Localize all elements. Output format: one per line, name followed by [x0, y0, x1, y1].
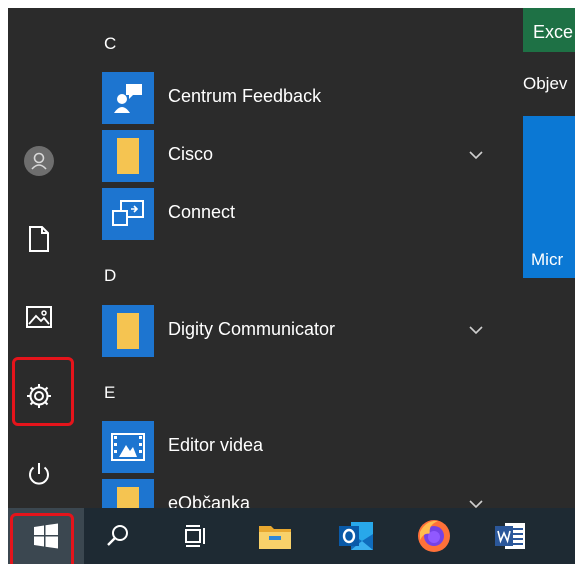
- task-view-button[interactable]: [156, 508, 232, 564]
- section-letter-e[interactable]: E: [104, 383, 115, 403]
- app-item-centrum-feedback[interactable]: Centrum Feedback: [102, 72, 532, 124]
- documents-button[interactable]: [8, 211, 70, 267]
- firefox-icon: [418, 520, 450, 552]
- user-account-button[interactable]: [8, 133, 70, 189]
- video-editor-icon: [102, 421, 154, 473]
- app-list: C Centrum Feedback Cisco Connect D Digit…: [70, 8, 502, 531]
- app-name: Centrum Feedback: [168, 86, 322, 106]
- excel-tile[interactable]: Exce: [523, 8, 575, 52]
- feedback-hub-icon: [102, 72, 154, 124]
- file-explorer-icon: [259, 526, 291, 549]
- live-tiles-area: Exce Objev Micr: [502, 8, 575, 508]
- settings-highlight-box: [12, 357, 74, 426]
- start-menu-left-rail: [8, 8, 70, 508]
- search-icon: [107, 525, 128, 546]
- word-button[interactable]: [472, 508, 548, 564]
- power-button[interactable]: [8, 446, 70, 502]
- microsoft-tile[interactable]: Micr: [523, 116, 575, 278]
- section-letter-c[interactable]: C: [104, 34, 116, 54]
- start-button-highlight-box: [10, 513, 74, 564]
- microsoft-tile-label: Micr: [531, 250, 564, 269]
- folder-icon: [102, 305, 154, 357]
- task-view-icon: [185, 525, 205, 547]
- app-name: Editor videa: [168, 435, 264, 455]
- file-explorer-button[interactable]: [237, 508, 313, 564]
- pictures-button[interactable]: [8, 289, 70, 345]
- tile-group-label[interactable]: Objev: [523, 74, 567, 94]
- search-button[interactable]: [80, 508, 156, 564]
- word-icon: [495, 523, 525, 549]
- taskbar: [8, 508, 575, 564]
- document-icon: [29, 226, 49, 252]
- app-folder-cisco[interactable]: Cisco: [102, 130, 532, 182]
- app-name: Cisco: [168, 144, 214, 164]
- outlook-button[interactable]: [318, 508, 394, 564]
- power-icon: [29, 463, 49, 485]
- app-name: Connect: [168, 202, 236, 222]
- app-item-connect[interactable]: Connect: [102, 188, 532, 240]
- chevron-down-icon[interactable]: [466, 320, 486, 340]
- connect-icon: [102, 188, 154, 240]
- app-folder-digity-communicator[interactable]: Digity Communicator: [102, 305, 532, 357]
- pictures-icon: [26, 306, 52, 328]
- user-avatar-icon: [24, 146, 54, 176]
- chevron-down-icon[interactable]: [466, 145, 486, 165]
- app-name: Digity Communicator: [168, 319, 336, 339]
- section-letter-d[interactable]: D: [104, 266, 116, 286]
- folder-icon: [102, 130, 154, 182]
- start-menu-screenshot: C Centrum Feedback Cisco Connect D Digit…: [8, 8, 575, 564]
- app-item-editor-videa[interactable]: Editor videa: [102, 421, 532, 473]
- outlook-icon: [339, 522, 373, 550]
- firefox-button[interactable]: [396, 508, 472, 564]
